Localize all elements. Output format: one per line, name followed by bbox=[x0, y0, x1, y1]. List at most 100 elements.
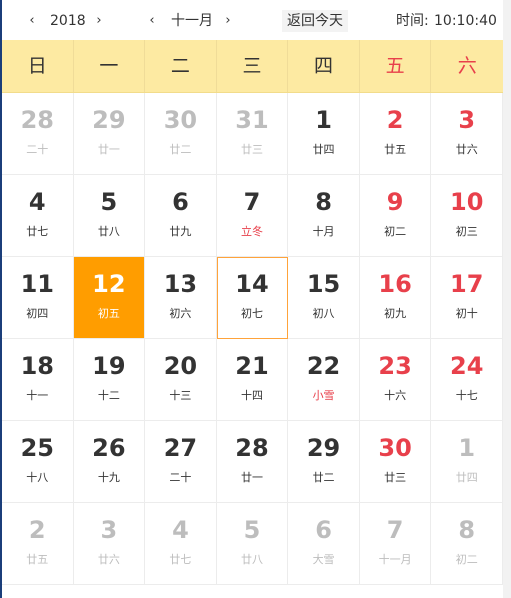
lunar-date: 廿六 bbox=[97, 553, 120, 566]
date-cell[interactable]: 23 十六 bbox=[359, 339, 432, 421]
date-number: 21 bbox=[235, 352, 269, 380]
date-number: 23 bbox=[378, 352, 412, 380]
lunar-date: 二十 bbox=[26, 143, 49, 156]
date-number: 16 bbox=[378, 270, 412, 298]
date-cell[interactable]: 28 廿一 bbox=[216, 421, 289, 503]
date-cell-selected[interactable]: 14 初七 bbox=[216, 257, 289, 339]
date-number: 29 bbox=[92, 106, 126, 134]
date-cell[interactable]: 26 十九 bbox=[73, 421, 146, 503]
date-number: 20 bbox=[163, 352, 198, 380]
date-number: 15 bbox=[306, 270, 341, 298]
next-year-button[interactable]: › bbox=[91, 12, 107, 30]
weekday-header: 三 bbox=[217, 40, 289, 92]
date-cell[interactable]: 28 二十 bbox=[2, 93, 74, 175]
date-number: 3 bbox=[458, 106, 476, 134]
lunar-date: 初四 bbox=[26, 307, 49, 320]
lunar-date: 十九 bbox=[97, 471, 120, 484]
lunar-date: 十一 bbox=[26, 389, 49, 402]
date-cell[interactable]: 4 廿七 bbox=[145, 503, 217, 585]
date-cell[interactable]: 24 十七 bbox=[431, 339, 503, 421]
weekday-header: 一 bbox=[74, 40, 146, 92]
date-cell[interactable]: 2 廿五 bbox=[2, 503, 74, 585]
date-number: 28 bbox=[235, 434, 269, 462]
date-cell[interactable]: 31 廿三 bbox=[216, 93, 289, 175]
date-number: 13 bbox=[163, 270, 198, 298]
date-cell[interactable]: 19 十二 bbox=[73, 339, 146, 421]
date-cell[interactable]: 1 廿四 bbox=[431, 421, 503, 503]
month-label[interactable]: 十一月 bbox=[171, 12, 213, 30]
date-cell[interactable]: 29 廿二 bbox=[288, 421, 360, 503]
lunar-date: 廿五 bbox=[26, 553, 49, 566]
next-month-button[interactable]: › bbox=[220, 12, 236, 30]
date-cell[interactable]: 5 廿八 bbox=[73, 175, 146, 257]
lunar-date: 廿六 bbox=[455, 143, 478, 156]
lunar-date: 初十 bbox=[455, 307, 478, 320]
date-number: 2 bbox=[386, 106, 404, 134]
lunar-date: 初六 bbox=[169, 307, 192, 320]
lunar-date: 廿八 bbox=[97, 225, 120, 238]
lunar-date: 十七 bbox=[455, 389, 478, 402]
date-cell[interactable]: 10 初三 bbox=[431, 175, 503, 257]
date-number: 3 bbox=[100, 516, 118, 544]
weekday-header: 日 bbox=[2, 40, 74, 92]
date-cell[interactable]: 3 廿六 bbox=[431, 93, 503, 175]
weekday-header: 四 bbox=[288, 40, 360, 92]
date-cell[interactable]: 30 廿三 bbox=[359, 421, 432, 503]
date-cell[interactable]: 5 廿八 bbox=[216, 503, 289, 585]
date-cell[interactable]: 30 廿二 bbox=[145, 93, 217, 175]
lunar-date: 大雪 bbox=[312, 553, 335, 566]
date-cell[interactable]: 1 廿四 bbox=[288, 93, 360, 175]
lunar-date: 立冬 bbox=[240, 225, 263, 238]
lunar-date: 十八 bbox=[26, 471, 49, 484]
date-number: 6 bbox=[172, 188, 189, 216]
date-number: 8 bbox=[315, 188, 332, 216]
date-cell[interactable]: 6 廿九 bbox=[145, 175, 217, 257]
date-number: 8 bbox=[458, 516, 476, 544]
lunar-date: 初二 bbox=[455, 553, 478, 566]
lunar-date: 廿二 bbox=[169, 143, 192, 156]
lunar-date: 初八 bbox=[312, 307, 335, 320]
date-cell[interactable]: 21 十四 bbox=[216, 339, 289, 421]
weekday-bar: 日一二三四五 六 bbox=[2, 40, 503, 93]
lunar-date: 初九 bbox=[384, 307, 407, 320]
date-grid: 28 二十 29 廿一 30 廿二 31 廿三 1 廿四 2 廿五 3 廿六 4 廿七 5 廿八 6 廿九 7 立冬 8 十月… bbox=[2, 93, 503, 585]
date-cell[interactable]: 7 十一月 bbox=[359, 503, 432, 585]
scrollbar-track[interactable] bbox=[503, 0, 511, 598]
date-cell[interactable]: 29 廿一 bbox=[73, 93, 146, 175]
lunar-date: 十三 bbox=[169, 389, 192, 402]
date-cell[interactable]: 22 小雪 bbox=[288, 339, 360, 421]
date-cell[interactable]: 27 二十 bbox=[145, 421, 217, 503]
time-value: 10:10:40 bbox=[434, 13, 497, 29]
lunar-date: 小雪 bbox=[312, 389, 335, 402]
date-cell[interactable]: 7 立冬 bbox=[216, 175, 289, 257]
lunar-date: 廿九 bbox=[169, 225, 192, 238]
date-cell[interactable]: 4 廿七 bbox=[2, 175, 74, 257]
date-cell[interactable]: 16 初九 bbox=[359, 257, 432, 339]
date-cell[interactable]: 25 十八 bbox=[2, 421, 74, 503]
date-cell[interactable]: 11 初四 bbox=[2, 257, 74, 339]
date-cell-today[interactable]: 12 初五 bbox=[73, 257, 146, 339]
date-cell[interactable]: 17 初十 bbox=[431, 257, 503, 339]
lunar-date: 廿四 bbox=[455, 471, 478, 484]
date-cell[interactable]: 20 十三 bbox=[145, 339, 217, 421]
date-cell[interactable]: 8 十月 bbox=[288, 175, 360, 257]
date-number: 4 bbox=[28, 188, 46, 216]
date-cell[interactable]: 18 十一 bbox=[2, 339, 74, 421]
date-cell[interactable]: 9 初二 bbox=[359, 175, 432, 257]
lunar-date: 十六 bbox=[384, 389, 407, 402]
date-cell[interactable]: 6 大雪 bbox=[288, 503, 360, 585]
date-cell[interactable]: 13 初六 bbox=[145, 257, 217, 339]
date-cell[interactable]: 15 初八 bbox=[288, 257, 360, 339]
lunar-date: 廿二 bbox=[312, 471, 335, 484]
date-cell[interactable]: 2 廿五 bbox=[359, 93, 432, 175]
date-number: 1 bbox=[315, 106, 332, 134]
date-cell[interactable]: 3 廿六 bbox=[73, 503, 146, 585]
year-label[interactable]: 2018 bbox=[50, 12, 86, 30]
lunar-date: 初三 bbox=[455, 225, 478, 238]
back-to-today-button[interactable]: 返回今天 bbox=[282, 10, 348, 32]
prev-month-button[interactable]: ‹ bbox=[144, 12, 160, 30]
calendar-header: ‹ 2018 › ‹ 十一月 › 返回今天 时间: 10:10:40 bbox=[2, 0, 503, 40]
prev-year-button[interactable]: ‹ bbox=[24, 12, 40, 30]
date-cell[interactable]: 8 初二 bbox=[431, 503, 503, 585]
date-number: 28 bbox=[20, 106, 54, 134]
